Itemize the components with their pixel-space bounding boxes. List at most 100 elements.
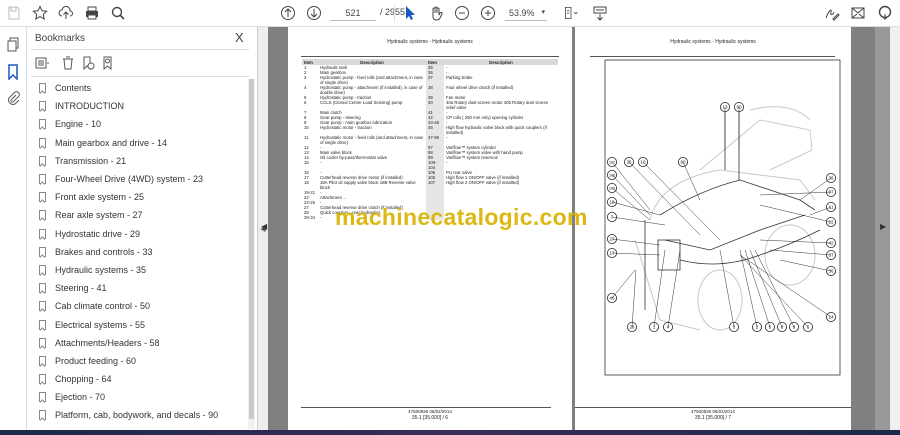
bookmark-icon <box>39 264 46 275</box>
bookmark-label: Product feeding - 60 <box>55 355 137 366</box>
bookmark-item[interactable]: Transmission - 21 <box>39 152 247 170</box>
bookmark-item[interactable]: Chopping - 64 <box>39 370 247 388</box>
bookmark-icon <box>39 283 46 294</box>
bookmarks-scrollbar[interactable] <box>248 79 255 429</box>
bookmark-item[interactable]: Electrical systems - 55 <box>39 315 247 333</box>
bookmark-label: Electrical systems - 55 <box>55 319 146 330</box>
bookmark-icon <box>39 137 46 148</box>
page-header: Hydraulic systems - Hydraulic systems <box>387 39 473 45</box>
bookmark-icon <box>39 355 46 366</box>
toolbar: 521 / 2955 53.9% ▾ <box>0 0 900 27</box>
bookmark-label: Contents <box>55 83 92 94</box>
table-row: 18 18A Pilot oil supply valve block 18B R… <box>302 180 558 190</box>
hand-icon[interactable] <box>426 4 446 22</box>
fit-page-icon[interactable] <box>558 4 584 22</box>
bookmarks-panel: Bookmarks X Contents INTRODUCTION Engine -… <box>27 27 258 430</box>
prev-page-arrow-icon[interactable]: ◀ <box>261 222 267 231</box>
bookmark-item[interactable]: Platform, cab, bodywork, and decals - 90 <box>39 406 247 424</box>
table-cell: 4 <box>304 85 307 90</box>
sign-icon[interactable] <box>822 4 842 22</box>
zoom-level: 53.9% <box>509 8 535 18</box>
bookmark-label: Four-Wheel Drive (4WD) system - 23 <box>55 174 204 185</box>
reading-mode-icon[interactable] <box>590 4 610 22</box>
select-cursor-icon[interactable] <box>399 4 419 22</box>
close-icon[interactable]: X <box>235 30 244 45</box>
left-icon-rail <box>0 27 27 430</box>
table-row: 10 Hydrostatic motor - traction 46 High flo… <box>302 125 558 135</box>
bookmark-item[interactable]: Contents <box>39 79 247 97</box>
bookmark-item[interactable]: Steering - 41 <box>39 279 247 297</box>
bookmark-icon <box>39 210 46 221</box>
table-cell: Hydrostatic motor - feed rolls (and atta… <box>320 135 424 145</box>
bookmark-icon <box>39 374 46 385</box>
bookmark-item[interactable]: Brakes and controls - 33 <box>39 243 247 261</box>
page-number-input[interactable]: 521 <box>330 6 376 21</box>
table-cell: 29-34 <box>304 215 315 220</box>
bookmark-item[interactable]: Hydraulic systems - 35 <box>39 261 247 279</box>
delete-icon[interactable] <box>61 56 75 70</box>
bookmark-item[interactable]: Product feeding - 60 <box>39 352 247 370</box>
bookmark-icon <box>39 246 46 257</box>
bookmark-item[interactable]: Rear axle system - 27 <box>39 206 247 224</box>
bookmark-label: Rear axle system - 27 <box>55 210 143 221</box>
table-row: 15-100-104- <box>302 160 558 170</box>
print-icon[interactable] <box>82 4 102 22</box>
scrollbar-thumb[interactable] <box>249 79 254 419</box>
footer-page: 35.1 [35.000] / 7 <box>694 415 732 421</box>
star-icon[interactable] <box>30 4 50 22</box>
page-down-icon[interactable] <box>304 4 324 22</box>
panel-title: Bookmarks <box>35 33 86 44</box>
bookmark-list: Contents INTRODUCTION Engine - 10 Main gear… <box>39 79 247 425</box>
bookmark-icon <box>39 119 46 130</box>
attachment-icon[interactable] <box>3 89 23 107</box>
search-icon[interactable] <box>108 4 128 22</box>
bookmark-label: Platform, cab, bodywork, and decals - 90 <box>55 410 219 421</box>
bookmark-item[interactable]: Attachments/Headers - 58 <box>39 334 247 352</box>
table-cell: High flow 2 ON/OFF valve (if installed) <box>446 180 520 185</box>
bookmark-label: Cab climate control - 50 <box>55 301 151 312</box>
next-page-arrow-icon[interactable]: ▶ <box>880 222 886 231</box>
bookmark-item[interactable]: Engine - 10 <box>39 115 247 133</box>
bookmark-item[interactable]: Front axle system - 25 <box>39 188 247 206</box>
table-cell: High flow hydraulic valve block with qui… <box>446 125 547 135</box>
bookmark-panel-icon[interactable] <box>3 63 23 81</box>
document-scrollbar[interactable] <box>890 27 900 430</box>
bookmark-label: Hydrostatic drive - 29 <box>55 228 141 239</box>
table-row: 11 Hydrostatic motor - feed rolls (and at… <box>302 135 558 145</box>
bookmark-label: Steering - 41 <box>55 283 107 294</box>
bookmark-icon <box>39 392 46 403</box>
options-menu-icon[interactable] <box>35 56 49 70</box>
table-cell: 38 <box>426 85 444 95</box>
cloud-upload-icon[interactable] <box>56 4 76 22</box>
bookmark-label: Transmission - 21 <box>55 155 127 166</box>
bookmark-item[interactable]: Hydrostatic drive - 29 <box>39 225 247 243</box>
find-bookmark-icon[interactable] <box>101 56 115 71</box>
user-icon[interactable] <box>875 4 895 22</box>
bookmark-item[interactable]: INTRODUCTION <box>39 97 247 115</box>
bookmark-icon <box>39 192 46 203</box>
zoom-in-icon[interactable] <box>478 4 498 22</box>
table-cell: 10 <box>304 125 309 130</box>
save-icon[interactable] <box>4 4 24 22</box>
table-cell: - <box>446 160 448 165</box>
bookmark-label: Chopping - 64 <box>55 374 112 385</box>
bookmark-item[interactable]: Ejection - 70 <box>39 388 247 406</box>
table-cell: - <box>320 160 322 165</box>
page-up-icon[interactable] <box>278 4 298 22</box>
table-cell: 47-96 <box>426 135 444 145</box>
table-row: 6 CCLS (Closed Centre Load Sensing) pump 4… <box>302 100 558 110</box>
add-bookmark-icon[interactable] <box>81 56 95 71</box>
zoom-out-icon[interactable] <box>452 4 472 22</box>
bookmark-label: Ejection - 70 <box>55 392 106 403</box>
bookmark-item[interactable]: Main gearbox and drive - 14 <box>39 134 247 152</box>
bookmark-item[interactable]: Cab climate control - 50 <box>39 297 247 315</box>
bookmark-label: INTRODUCTION <box>55 101 124 112</box>
table-cell: 15 <box>304 160 309 165</box>
footer-page: 35.1 [35.000] / 6 <box>411 415 449 421</box>
mail-icon[interactable] <box>848 4 868 22</box>
zoom-level-select[interactable]: 53.9% ▾ <box>505 6 547 21</box>
pages-thumbnails-icon[interactable] <box>3 36 23 54</box>
bookmark-item[interactable]: Four-Wheel Drive (4WD) system - 23 <box>39 170 247 188</box>
parts-table: Item Description Item Description 1 Hydrauli… <box>302 59 558 220</box>
bookmark-label: Hydraulic systems - 35 <box>55 264 147 275</box>
